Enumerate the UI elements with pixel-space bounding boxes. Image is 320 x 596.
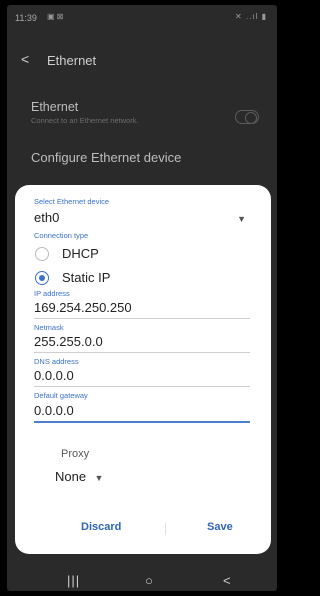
nav-back-icon[interactable]: < [223,573,231,588]
dropdown-caret-icon[interactable]: ▼ [237,214,246,224]
button-divider [165,523,166,535]
save-button[interactable]: Save [207,521,233,533]
configure-ethernet-setting[interactable]: Configure Ethernet device [31,150,181,165]
gateway-label: Default gateway [34,391,88,400]
proxy-value: None [55,469,87,484]
ip-address-input[interactable]: 169.254.250.250 [34,300,132,315]
ethernet-setting[interactable]: Ethernet Connect to an Ethernet network. [31,100,139,125]
connection-type-label: Connection type [34,231,89,240]
configure-ethernet-title: Configure Ethernet device [31,150,182,165]
page-title: Ethernet [47,53,97,68]
screen: 11:39 ▣ ⊠ ✕ ..ıl ▮ < Ethernet Ethernet C… [7,5,277,591]
proxy-label: Proxy [61,448,90,460]
gateway-underline [34,421,250,423]
ethernet-config-dialog: Select Ethernet device eth0 ▼ Connection… [15,185,271,554]
dhcp-radio[interactable] [35,247,49,261]
app-bar: < Ethernet [7,45,277,75]
netmask-input[interactable]: 255.255.0.0 [34,334,103,349]
dns-input[interactable]: 0.0.0.0 [34,368,74,383]
dhcp-label[interactable]: DHCP [62,246,99,261]
dns-label: DNS address [34,357,79,366]
netmask-label: Netmask [34,323,64,332]
toggle-knob [245,112,257,124]
phone-frame: 11:39 ▣ ⊠ ✕ ..ıl ▮ < Ethernet Ethernet C… [0,0,285,596]
ethernet-setting-subtitle: Connect to an Ethernet network. [31,116,139,125]
ip-address-label: IP address [34,289,70,298]
discard-button[interactable]: Discard [81,521,121,533]
signal-battery-icons: ✕ ..ıl ▮ [235,12,267,21]
netmask-underline [34,352,250,353]
device-label: Select Ethernet device [34,197,110,206]
device-select[interactable]: eth0 [34,210,59,225]
proxy-select[interactable]: None ▼ [55,468,103,486]
ip-address-underline [34,318,250,319]
navigation-bar: ||| ○ < [7,573,277,591]
status-bar: 11:39 ▣ ⊠ ✕ ..ıl ▮ [7,5,277,31]
static-ip-radio[interactable] [35,271,49,285]
notification-icons: ▣ ⊠ [47,12,64,21]
ethernet-setting-title: Ethernet [31,100,79,114]
status-time: 11:39 [15,13,37,23]
static-ip-label[interactable]: Static IP [62,270,110,285]
dns-underline [34,386,250,387]
recents-icon[interactable]: ||| [67,573,80,588]
ethernet-toggle[interactable] [235,110,259,124]
back-arrow-icon[interactable]: < [21,51,29,67]
gateway-input[interactable]: 0.0.0.0 [34,403,74,418]
home-icon[interactable]: ○ [145,573,153,588]
proxy-caret-icon: ▼ [94,473,104,483]
